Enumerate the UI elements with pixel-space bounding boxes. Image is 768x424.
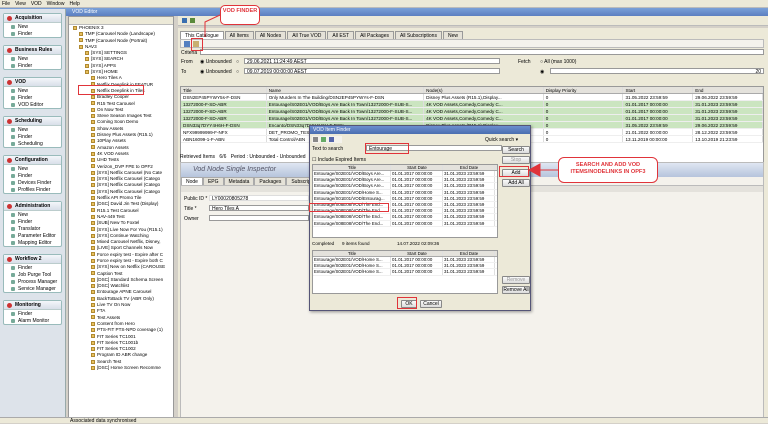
callout-search-add: SEARCH AND ADD VOD ITEMS/NODELINKS IN OP… bbox=[558, 157, 658, 183]
status-bar: Associated data synchronised bbox=[0, 417, 768, 424]
callout-arrows bbox=[204, 14, 570, 177]
